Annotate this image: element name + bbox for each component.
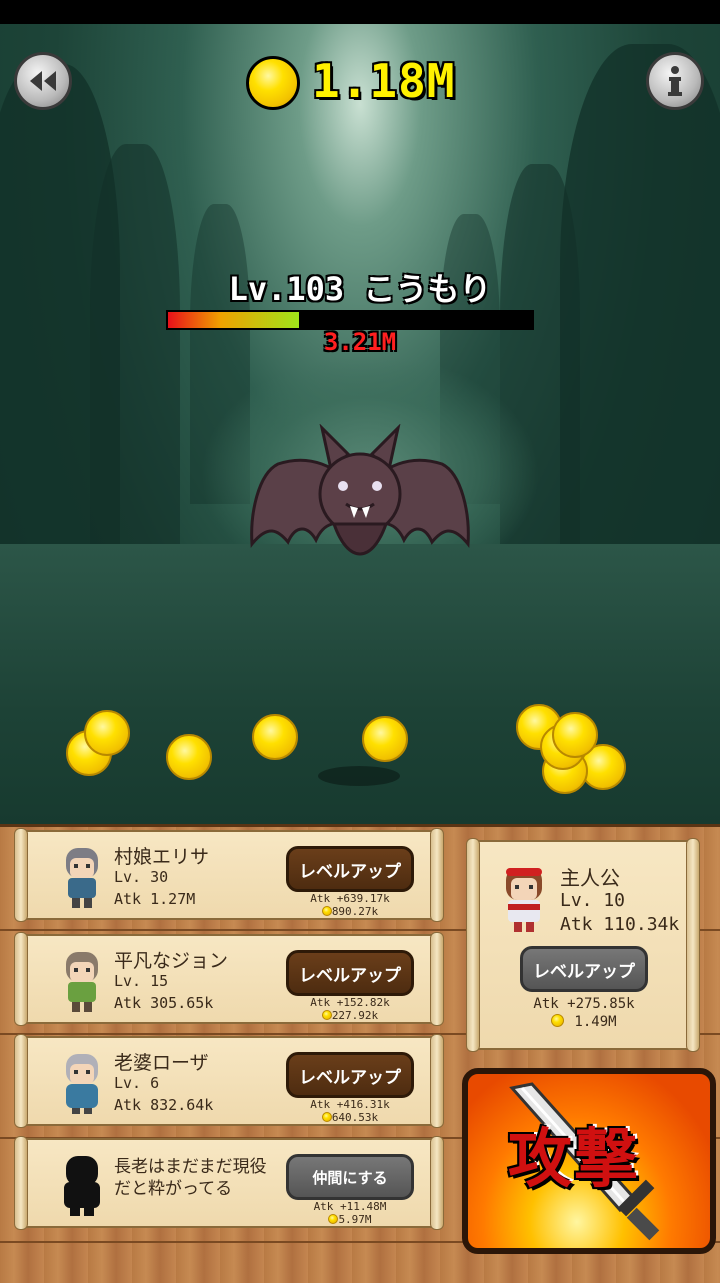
- dropped-coin-icon[interactable]: [362, 716, 408, 762]
- hero-name: 主人公: [560, 866, 620, 890]
- locked-ally-silhouette: [64, 1156, 100, 1216]
- hero-level-up-cost: 1.49M: [520, 1014, 648, 1030]
- level-up-cost: 227.92k: [286, 1009, 414, 1022]
- hero-avatar: [506, 868, 542, 932]
- attack-label: 攻撃: [508, 1122, 640, 1197]
- level-up-cost: 890.27k: [286, 905, 414, 918]
- gold-counter: 1.18M: [312, 54, 456, 108]
- ally-card-john: 平凡なジョン Lv. 15 Atk 305.65k レベルアップ Atk +15…: [14, 932, 444, 1026]
- enemy-hp-value: 3.21M: [323, 328, 397, 356]
- ally-name: 老婆ローザ: [114, 1052, 209, 1074]
- dropped-coin-icon[interactable]: [552, 712, 598, 758]
- info-button[interactable]: [646, 52, 704, 110]
- level-up-cost: 640.53k: [286, 1111, 414, 1124]
- gold-coin-icon: [246, 56, 300, 110]
- battle-scene[interactable]: 1.18M Lv.103 こうもり 3.21M: [0, 24, 720, 824]
- coin-icon: [551, 1014, 565, 1027]
- ally-avatar: [66, 952, 98, 1012]
- ally-avatar: [66, 848, 98, 908]
- ally-name: 村娘エリサ: [114, 846, 210, 868]
- hero-level-up-button[interactable]: レベルアップ: [520, 946, 648, 992]
- ally-card-rosa: 老婆ローザ Lv. 6 Atk 832.64k レベルアップ Atk +416.…: [14, 1034, 444, 1128]
- hero-attack: Atk 110.34k: [560, 914, 680, 935]
- ally-level: Lv. 30: [114, 868, 169, 886]
- attack-button[interactable]: 攻撃: [462, 1068, 716, 1254]
- status-bar: [0, 0, 720, 24]
- level-up-button[interactable]: レベルアップ: [286, 950, 414, 996]
- ally-name: 平凡なジョン: [114, 950, 229, 972]
- coin-icon: [321, 1112, 332, 1122]
- enemy-hp-fill: [168, 312, 300, 328]
- ally-attack: Atk 832.64k: [114, 1096, 214, 1114]
- ally-level: Lv. 15: [114, 972, 169, 990]
- ally-card-elisa: 村娘エリサ Lv. 30 Atk 1.27M レベルアップ Atk +639.1…: [14, 828, 444, 922]
- level-up-button[interactable]: レベルアップ: [286, 846, 414, 892]
- back-button[interactable]: [14, 52, 72, 110]
- hero-atk-gain: Atk +275.85k: [533, 996, 635, 1012]
- ally-attack: Atk 1.27M: [114, 890, 196, 908]
- level-up-button[interactable]: レベルアップ: [286, 1052, 414, 1098]
- bat-enemy-sprite[interactable]: [248, 424, 472, 584]
- coin-icon: [321, 906, 332, 916]
- ally-card-elder-locked: 長老はまだまだ現役 だと粋がってる 仲間にする Atk +11.48M 5.97…: [14, 1136, 444, 1230]
- atk-gain: Atk +639.17k: [310, 892, 390, 905]
- recruit-button[interactable]: 仲間にする: [286, 1154, 414, 1200]
- dropped-coin-icon[interactable]: [84, 710, 130, 756]
- ally-avatar: [66, 1054, 98, 1114]
- enemy-name: Lv.103 こうもり: [228, 270, 492, 308]
- ally-description-line2: だと粋がってる: [114, 1179, 233, 1199]
- coin-icon: [328, 1214, 339, 1224]
- ally-attack: Atk 305.65k: [114, 994, 214, 1012]
- enemy-shadow: [318, 766, 400, 786]
- hero-card: 主人公 Lv. 10 Atk 110.34k レベルアップ Atk +275.8…: [466, 838, 700, 1052]
- atk-gain: Atk +416.31k: [310, 1098, 390, 1111]
- rewind-icon: [30, 71, 56, 91]
- info-icon: [668, 66, 682, 96]
- dropped-coin-icon[interactable]: [252, 714, 298, 760]
- ally-level: Lv. 6: [114, 1074, 160, 1092]
- atk-gain: Atk +11.48M: [313, 1200, 387, 1213]
- hero-level: Lv. 10: [560, 890, 626, 911]
- atk-gain: Atk +152.82k: [310, 996, 390, 1009]
- dropped-coin-icon[interactable]: [166, 734, 212, 780]
- coin-icon: [321, 1010, 332, 1020]
- enemy-hp-bar: [166, 310, 534, 330]
- recruit-cost: 5.97M: [286, 1213, 414, 1226]
